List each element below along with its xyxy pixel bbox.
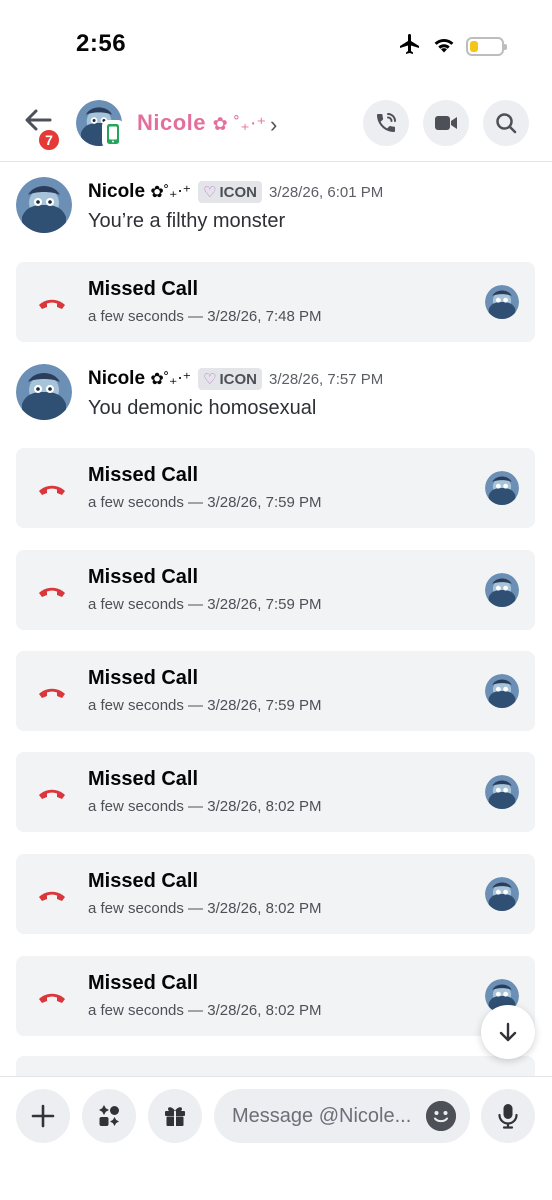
call-subtitle: a few seconds — 3/28/26, 7:59 PM bbox=[88, 596, 322, 613]
call-subtitle: a few seconds — 3/28/26, 8:02 PM bbox=[88, 1002, 322, 1019]
mobile-status-icon bbox=[102, 120, 124, 148]
heart-icon: ♡ bbox=[203, 371, 217, 388]
unread-badge: 7 bbox=[37, 128, 61, 152]
missed-call-card-partial bbox=[16, 1056, 535, 1076]
composer-bar bbox=[0, 1076, 552, 1200]
search-button[interactable] bbox=[483, 100, 529, 146]
phone-hangup-icon bbox=[39, 688, 65, 698]
call-subtitle: a few seconds — 3/28/26, 8:02 PM bbox=[88, 798, 322, 815]
phone-hangup-icon bbox=[39, 789, 65, 799]
avatar bbox=[485, 877, 519, 911]
call-subtitle: a few seconds — 3/28/26, 7:59 PM bbox=[88, 697, 322, 714]
message-timestamp: 3/28/26, 7:57 PM bbox=[268, 370, 384, 388]
message-timestamp: 3/28/26, 6:01 PM bbox=[268, 183, 384, 201]
call-title: Missed Call bbox=[88, 667, 199, 689]
phone-hangup-icon bbox=[39, 891, 65, 901]
wifi-icon bbox=[432, 34, 456, 59]
video-camera-icon bbox=[435, 116, 457, 130]
guild-tag[interactable]: ♡ ICON bbox=[198, 368, 262, 390]
header-name-text: Nicole bbox=[137, 110, 207, 135]
missed-call-card[interactable]: Missed Call a few seconds — 3/28/26, 8:0… bbox=[16, 956, 535, 1036]
call-title: Missed Call bbox=[88, 870, 199, 892]
avatar bbox=[485, 285, 519, 319]
battery-icon bbox=[466, 37, 507, 56]
emoji-button[interactable] bbox=[426, 1101, 456, 1131]
status-time: 2:56 bbox=[76, 30, 127, 57]
message[interactable]: Nicole ✿˚₊‧⁺ ♡ ICON 3/28/26, 7:57 PM You… bbox=[0, 362, 552, 432]
call-title: Missed Call bbox=[88, 464, 199, 486]
battery-level bbox=[470, 41, 478, 52]
avatar bbox=[485, 573, 519, 607]
missed-call-card[interactable]: Missed Call a few seconds — 3/28/26, 8:0… bbox=[16, 752, 535, 832]
message-text: You demonic homosexual bbox=[88, 397, 317, 419]
message-header: Nicole ✿˚₊‧⁺ ♡ ICON 3/28/26, 6:01 PM bbox=[88, 181, 383, 203]
chevron-right-icon[interactable]: › bbox=[270, 112, 277, 138]
message-author[interactable]: Nicole ✿˚₊‧⁺ bbox=[88, 368, 191, 390]
message-header: Nicole ✿˚₊‧⁺ ♡ ICON 3/28/26, 7:57 PM bbox=[88, 368, 383, 390]
heart-icon: ♡ bbox=[203, 184, 217, 201]
jump-to-present-button[interactable] bbox=[481, 1005, 535, 1059]
gift-icon bbox=[165, 1107, 185, 1126]
voice-message-button[interactable] bbox=[481, 1089, 535, 1143]
avatar bbox=[485, 674, 519, 708]
emoji-icon bbox=[426, 1101, 456, 1131]
missed-call-card[interactable]: Missed Call a few seconds — 3/28/26, 7:4… bbox=[16, 262, 535, 342]
call-subtitle: a few seconds — 3/28/26, 8:02 PM bbox=[88, 900, 322, 917]
missed-call-card[interactable]: Missed Call a few seconds — 3/28/26, 7:5… bbox=[16, 448, 535, 528]
phone-hangup-icon bbox=[39, 993, 65, 1003]
message[interactable]: Nicole ✿˚₊‧⁺ ♡ ICON 3/28/26, 6:01 PM You… bbox=[0, 175, 552, 245]
missed-call-card[interactable]: Missed Call a few seconds — 3/28/26, 7:5… bbox=[16, 651, 535, 731]
message-author[interactable]: Nicole ✿˚₊‧⁺ bbox=[88, 181, 191, 203]
airplane-icon bbox=[398, 32, 422, 61]
call-title: Missed Call bbox=[88, 972, 199, 994]
avatar bbox=[485, 775, 519, 809]
arrow-down-icon bbox=[499, 1022, 517, 1042]
phone-hangup-icon bbox=[39, 485, 65, 495]
message-text: You’re a filthy monster bbox=[88, 210, 286, 232]
apps-icon bbox=[99, 1105, 119, 1126]
message-input-container[interactable] bbox=[214, 1089, 470, 1143]
phone-call-icon bbox=[377, 113, 396, 132]
video-call-button[interactable] bbox=[423, 100, 469, 146]
call-subtitle: a few seconds — 3/28/26, 7:48 PM bbox=[88, 308, 322, 325]
avatar[interactable] bbox=[16, 177, 72, 233]
status-bar: 2:56 bbox=[0, 0, 552, 90]
search-icon bbox=[496, 113, 517, 134]
plus-icon bbox=[31, 1104, 55, 1128]
status-icons bbox=[398, 32, 507, 61]
gift-button[interactable] bbox=[148, 1089, 202, 1143]
call-title: Missed Call bbox=[88, 566, 199, 588]
missed-call-card[interactable]: Missed Call a few seconds — 3/28/26, 7:5… bbox=[16, 550, 535, 630]
phone-hangup-icon bbox=[39, 587, 65, 597]
attach-button[interactable] bbox=[16, 1089, 70, 1143]
microphone-icon bbox=[498, 1104, 518, 1129]
missed-call-card[interactable]: Missed Call a few seconds — 3/28/26, 8:0… bbox=[16, 854, 535, 934]
call-title: Missed Call bbox=[88, 278, 199, 300]
avatar[interactable] bbox=[16, 364, 72, 420]
apps-button[interactable] bbox=[82, 1089, 136, 1143]
message-input[interactable] bbox=[232, 1089, 422, 1143]
header-name-decoration: ✿ ˚₊‧⁺ bbox=[212, 114, 267, 134]
phone-hangup-icon bbox=[39, 299, 65, 309]
chat-header: 7 Nicole ✿ ˚₊‧⁺ › bbox=[0, 90, 552, 162]
header-title[interactable]: Nicole ✿ ˚₊‧⁺ bbox=[137, 110, 266, 136]
avatar bbox=[485, 471, 519, 505]
voice-call-button[interactable] bbox=[363, 100, 409, 146]
guild-tag[interactable]: ♡ ICON bbox=[198, 181, 262, 203]
call-subtitle: a few seconds — 3/28/26, 7:59 PM bbox=[88, 494, 322, 511]
call-title: Missed Call bbox=[88, 768, 199, 790]
